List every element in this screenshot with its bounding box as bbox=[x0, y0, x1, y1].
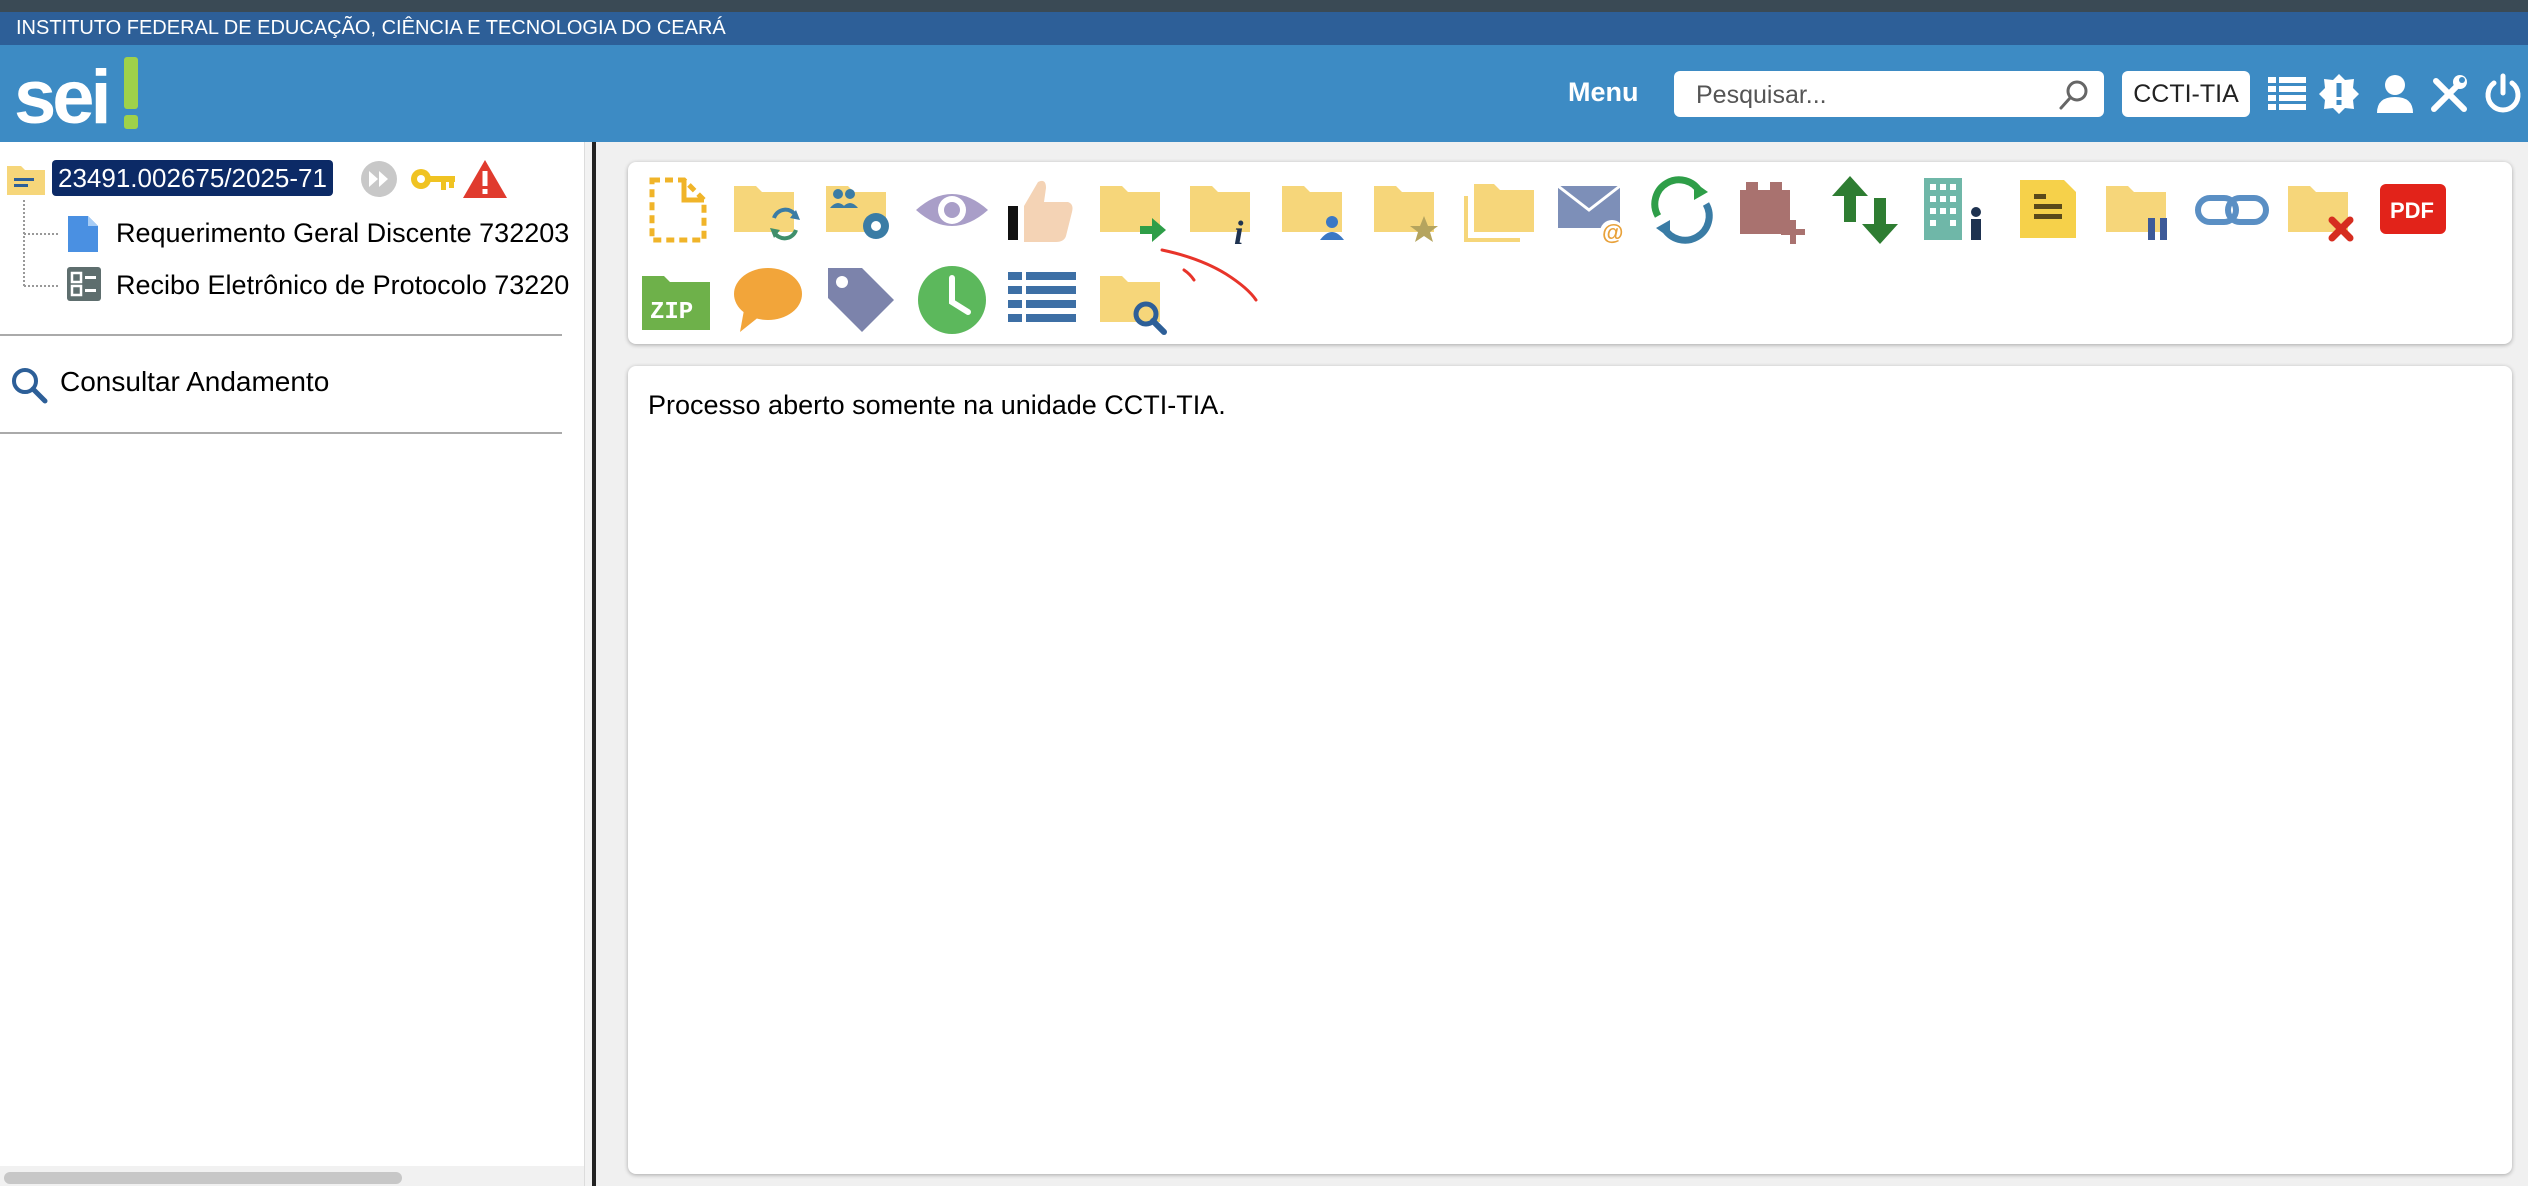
process-tree-panel: 23491.002675/2025-71 Requerimento Geral … bbox=[0, 142, 584, 1186]
document-icon[interactable] bbox=[66, 214, 100, 254]
alert-icon[interactable] bbox=[2318, 73, 2360, 115]
folder-sync-icon[interactable] bbox=[730, 172, 806, 248]
header: sei Menu CCTI-TIA bbox=[0, 45, 2528, 142]
consult-progress-link[interactable]: Consultar Andamento bbox=[60, 366, 329, 398]
building-icon[interactable] bbox=[1918, 172, 1994, 248]
thumbs-up-icon[interactable] bbox=[1004, 172, 1080, 248]
pdf-icon[interactable]: PDF bbox=[2376, 172, 2452, 248]
folder-user-icon[interactable] bbox=[1278, 172, 1354, 248]
tree-connector bbox=[23, 200, 58, 287]
folder-close-icon[interactable] bbox=[2284, 172, 2360, 248]
folder-star-icon[interactable] bbox=[1370, 172, 1446, 248]
search-icon[interactable] bbox=[10, 366, 48, 404]
svg-text:sei: sei bbox=[14, 55, 108, 135]
process-number[interactable]: 23491.002675/2025-71 bbox=[52, 160, 333, 196]
warning-icon[interactable] bbox=[462, 158, 508, 200]
note-icon[interactable] bbox=[2010, 172, 2086, 248]
unit-selector[interactable]: CCTI-TIA bbox=[2122, 71, 2250, 117]
zip-icon[interactable]: ZIP bbox=[640, 262, 716, 338]
tree-document-item[interactable]: Requerimento Geral Discente 732203 bbox=[116, 218, 569, 249]
folder-info-icon[interactable]: i bbox=[1186, 172, 1262, 248]
search-icon[interactable] bbox=[2058, 79, 2090, 111]
content-panel: Processo aberto somente na unidade CCTI-… bbox=[628, 366, 2512, 1174]
window-top-border bbox=[0, 0, 2528, 12]
svg-text:@: @ bbox=[1602, 220, 1623, 245]
menu-link[interactable]: Menu bbox=[1568, 77, 1639, 108]
horizontal-scrollbar-thumb[interactable] bbox=[4, 1172, 402, 1184]
comment-icon[interactable] bbox=[730, 262, 806, 338]
new-document-icon[interactable] bbox=[640, 172, 716, 248]
key-icon[interactable] bbox=[410, 164, 456, 194]
sei-logo[interactable]: sei bbox=[14, 55, 144, 135]
search-input[interactable] bbox=[1674, 71, 2058, 119]
search-box bbox=[1674, 71, 2104, 119]
tools-icon[interactable] bbox=[2428, 73, 2470, 115]
folder-pause-icon[interactable] bbox=[2102, 172, 2178, 248]
user-icon[interactable] bbox=[2374, 73, 2416, 115]
divider bbox=[0, 432, 562, 434]
clock-icon[interactable] bbox=[914, 262, 990, 338]
tag-icon[interactable] bbox=[822, 262, 898, 338]
folder-icon[interactable] bbox=[6, 162, 46, 196]
list-icon[interactable] bbox=[2266, 73, 2308, 115]
refresh-icon[interactable] bbox=[1644, 172, 1720, 248]
list-details-icon[interactable] bbox=[1004, 262, 1080, 338]
forward-icon[interactable] bbox=[360, 160, 398, 198]
institution-bar: INSTITUTO FEDERAL DE EDUCAÇÃO, CIÊNCIA E… bbox=[0, 12, 2528, 45]
link-icon[interactable] bbox=[2194, 172, 2270, 248]
folder-search-icon[interactable] bbox=[1096, 262, 1172, 338]
folder-send-icon[interactable] bbox=[1096, 172, 1172, 248]
process-toolbar: i @ PDF ZIP bbox=[628, 162, 2512, 344]
power-icon[interactable] bbox=[2482, 73, 2524, 115]
divider bbox=[0, 334, 562, 336]
svg-text:i: i bbox=[1234, 215, 1244, 248]
email-icon[interactable]: @ bbox=[1554, 172, 1630, 248]
tree-document-item[interactable]: Recibo Eletrônico de Protocolo 73220 bbox=[116, 270, 569, 301]
svg-text:ZIP: ZIP bbox=[650, 299, 693, 326]
folder-people-settings-icon[interactable] bbox=[822, 172, 898, 248]
receipt-icon[interactable] bbox=[66, 266, 102, 302]
arrows-updown-icon[interactable] bbox=[1828, 172, 1904, 248]
svg-text:PDF: PDF bbox=[2390, 198, 2434, 223]
process-status-message: Processo aberto somente na unidade CCTI-… bbox=[648, 390, 1226, 420]
folders-icon[interactable] bbox=[1462, 172, 1538, 248]
add-block-icon[interactable] bbox=[1736, 172, 1812, 248]
eye-icon[interactable] bbox=[914, 172, 990, 248]
